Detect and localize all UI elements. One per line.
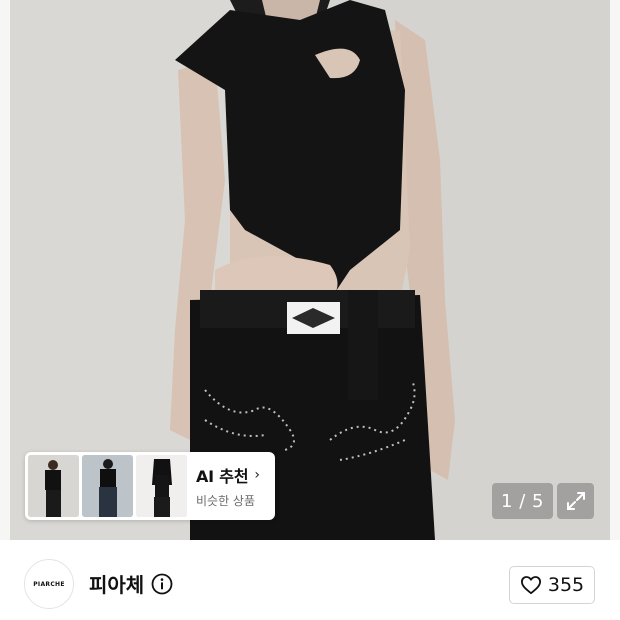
product-image[interactable]: AI 추천 › 비슷한 상품 1 / 5 xyxy=(0,0,620,540)
ai-thumbnail[interactable] xyxy=(82,455,133,517)
chevron-right-icon: › xyxy=(254,467,260,483)
ai-thumbnail[interactable] xyxy=(28,455,79,517)
expand-button[interactable] xyxy=(557,483,594,519)
brand-logo[interactable]: PIARCHE xyxy=(24,559,74,609)
ai-thumbnail[interactable] xyxy=(136,455,187,517)
info-circle-icon xyxy=(151,573,173,595)
brand-logo-text: PIARCHE xyxy=(33,580,65,588)
expand-arrows-icon xyxy=(566,492,585,510)
ai-recommendation-card[interactable]: AI 추천 › 비슷한 상품 xyxy=(25,452,275,520)
like-button[interactable]: 355 xyxy=(509,566,595,604)
ai-thumbnail-strip xyxy=(25,455,187,517)
ai-recommendation-title: AI 추천 xyxy=(196,467,249,486)
like-count: 355 xyxy=(547,574,585,596)
ai-recommendation-text: AI 추천 › 비슷한 상품 xyxy=(196,463,260,509)
brand-name[interactable]: 피아체 xyxy=(89,569,144,598)
image-counter: 1 / 5 xyxy=(492,483,553,519)
brand-info-button[interactable] xyxy=(151,573,173,595)
ai-recommendation-subtitle: 비슷한 상품 xyxy=(196,494,256,508)
heart-outline-icon xyxy=(520,576,541,595)
